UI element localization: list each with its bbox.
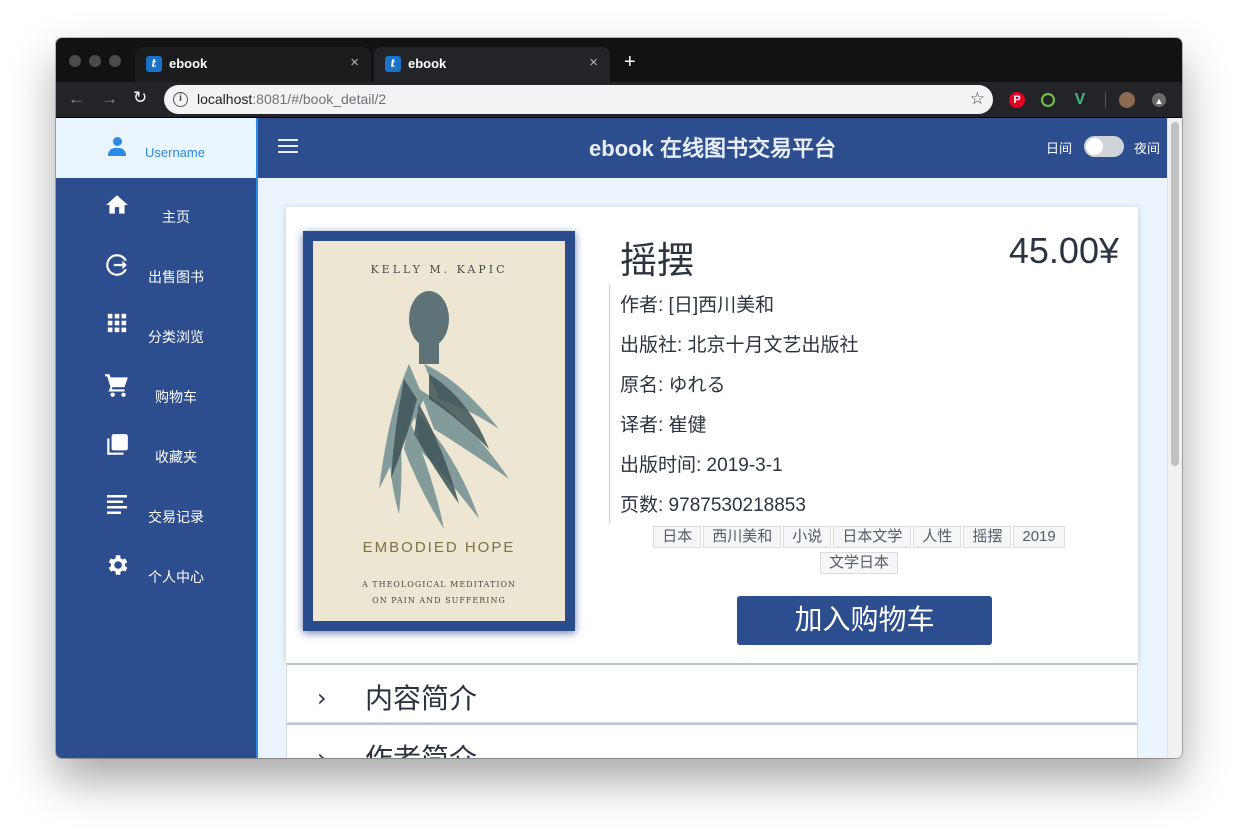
cover-subtitle-line-2: ON PAIN AND SUFFERING [372, 596, 506, 605]
browser-tab-1[interactable]: t ebook × [135, 47, 371, 82]
book-publish-date: 出版时间: 2019-3-1 [620, 455, 783, 476]
tag[interactable]: 2019 [1013, 526, 1065, 548]
sidebar-item-label: 个人中心 [148, 569, 204, 585]
chevron-right-icon: › [317, 684, 327, 712]
avatar-icon[interactable] [1119, 92, 1135, 108]
collection-icon [103, 432, 131, 460]
toolbar-divider [1105, 92, 1106, 108]
section-label: 内容简介 [365, 683, 478, 714]
tag-list: 日本 西川美和 小说 日本文学 人性 摇摆 2019 文学日本 [624, 526, 1094, 578]
gear-icon [103, 552, 131, 580]
book-price: 45.00¥ [1008, 230, 1119, 271]
tab-close-icon[interactable]: × [589, 54, 598, 71]
app-header: ebook 在线图书交易平台 日间 夜间 [258, 118, 1167, 178]
toggle-knob [1086, 138, 1103, 155]
url-text: localhost:8081/#/book_detail/2 [197, 91, 386, 107]
forward-arrow-icon[interactable]: → [101, 89, 118, 109]
browser-toolbar: ← → ↻ i localhost:8081/#/book_detail/2 ☆… [56, 82, 1182, 118]
cover-subtitle-line-1: A THEOLOGICAL MEDITATION [361, 580, 517, 589]
sidebar-item-browse[interactable]: 分类浏览 [56, 298, 256, 358]
add-to-cart-button[interactable]: 加入购物车 [737, 596, 992, 645]
tab-title: ebook [169, 56, 208, 71]
sidebar-item-label: 购物车 [155, 389, 197, 405]
chevron-right-icon: › [317, 744, 327, 758]
tab-close-icon[interactable]: × [350, 54, 359, 71]
info-icon[interactable]: i [173, 92, 188, 107]
sidebar-item-label: 交易记录 [148, 509, 204, 525]
tab-strip: t ebook × t ebook × + [56, 38, 1182, 82]
ebook-favicon-icon: t [385, 56, 401, 72]
day-mode-label: 日间 [1046, 141, 1073, 156]
sidebar-item-home[interactable]: 主页 [56, 178, 256, 238]
tag[interactable]: 西川美和 [703, 526, 782, 548]
app: Username 主页 出售图书 分类浏览 购物车 收藏夹 交易记录 个人中心 … [56, 118, 1182, 758]
book-author: 作者: [日]西川美和 [620, 295, 775, 316]
apps-icon [103, 312, 131, 340]
sidebar-item-label: 分类浏览 [148, 329, 204, 345]
browser-tab-2[interactable]: t ebook × [374, 47, 610, 82]
book-cover-image: KELLY M. KAPIC EMBODIED HOPE A THEOLOGIC… [303, 231, 575, 631]
zoom-window-button[interactable] [109, 55, 121, 67]
reload-icon[interactable]: ↻ [133, 88, 147, 108]
exit-icon [103, 252, 131, 280]
sidebar: Username 主页 出售图书 分类浏览 购物车 收藏夹 交易记录 个人中心 [56, 118, 256, 758]
back-arrow-icon[interactable]: ← [68, 89, 85, 109]
page-scrollbar[interactable] [1167, 118, 1182, 758]
cover-author: KELLY M. KAPIC [370, 263, 508, 276]
section-label: 作者简介 [365, 737, 477, 758]
browser-window: t ebook × t ebook × + ← → ↻ i localhost:… [56, 38, 1182, 758]
sidebar-item-label: 主页 [162, 209, 190, 225]
list-icon [103, 492, 131, 520]
url-host: localhost [197, 91, 253, 107]
tag[interactable]: 日本 [653, 526, 702, 548]
book-detail-card: KELLY M. KAPIC EMBODIED HOPE A THEOLOGIC… [286, 207, 1138, 663]
tag[interactable]: 摇摆 [963, 526, 1012, 548]
sidebar-item-cart[interactable]: 购物车 [56, 358, 256, 418]
book-pages: 页数: 9787530218853 [620, 495, 806, 516]
info-divider [609, 285, 610, 523]
ebook-favicon-icon: t [146, 56, 162, 72]
close-window-button[interactable] [69, 55, 81, 67]
refresh-green-icon[interactable] [1041, 93, 1055, 107]
app-title: ebook 在线图书交易平台 [589, 136, 836, 161]
book-publisher: 出版社: 北京十月文艺出版社 [620, 335, 859, 356]
book-translator: 译者: 崔健 [620, 415, 707, 436]
tag[interactable]: 文学日本 [819, 552, 898, 574]
username-label: Username [145, 145, 205, 160]
scrollbar-thumb[interactable] [1171, 122, 1179, 466]
user-icon [108, 137, 126, 157]
home-icon [103, 192, 131, 220]
cover-paper: KELLY M. KAPIC EMBODIED HOPE A THEOLOGIC… [313, 241, 565, 621]
new-tab-button[interactable]: + [624, 51, 636, 74]
cover-wing-illustration [379, 291, 509, 529]
url-path: :8081/#/book_detail/2 [252, 91, 387, 107]
tag[interactable]: 人性 [913, 526, 962, 548]
sidebar-item-records[interactable]: 交易记录 [56, 478, 256, 538]
night-mode-label: 夜间 [1134, 141, 1161, 156]
cover-subtitle: A THEOLOGICAL MEDITATION ON PAIN AND SUF… [313, 577, 565, 609]
address-bar[interactable]: i localhost:8081/#/book_detail/2 ☆ [164, 85, 993, 114]
sidebar-item-favorites[interactable]: 收藏夹 [56, 418, 256, 478]
pinterest-icon[interactable]: P [1009, 92, 1025, 108]
tag[interactable]: 日本文学 [833, 526, 912, 548]
sidebar-item-label: 收藏夹 [155, 449, 197, 465]
sidebar-item-profile[interactable]: 个人中心 [56, 538, 256, 598]
bookmark-star-icon[interactable]: ☆ [970, 89, 985, 109]
tag[interactable]: 小说 [783, 526, 832, 548]
minimize-window-button[interactable] [89, 55, 101, 67]
user-panel[interactable]: Username [56, 118, 256, 178]
main-content: KELLY M. KAPIC EMBODIED HOPE A THEOLOGIC… [258, 178, 1167, 758]
theme-toggle-switch[interactable] [1084, 136, 1124, 157]
vue-icon[interactable]: V [1072, 92, 1088, 108]
cover-title: EMBODIED HOPE [362, 539, 516, 556]
upload-icon[interactable]: ▲ [1152, 93, 1166, 107]
sidebar-item-sell[interactable]: 出售图书 [56, 238, 256, 298]
tab-title: ebook [408, 56, 447, 71]
cart-icon [103, 372, 131, 400]
section-content-intro[interactable]: › 内容简介 [286, 663, 1138, 723]
sidebar-item-label: 出售图书 [148, 269, 204, 285]
book-original-name: 原名: ゆれる [620, 375, 726, 396]
section-author-intro[interactable]: › 作者简介 [286, 723, 1138, 758]
book-title: 摇摆 [620, 240, 694, 281]
